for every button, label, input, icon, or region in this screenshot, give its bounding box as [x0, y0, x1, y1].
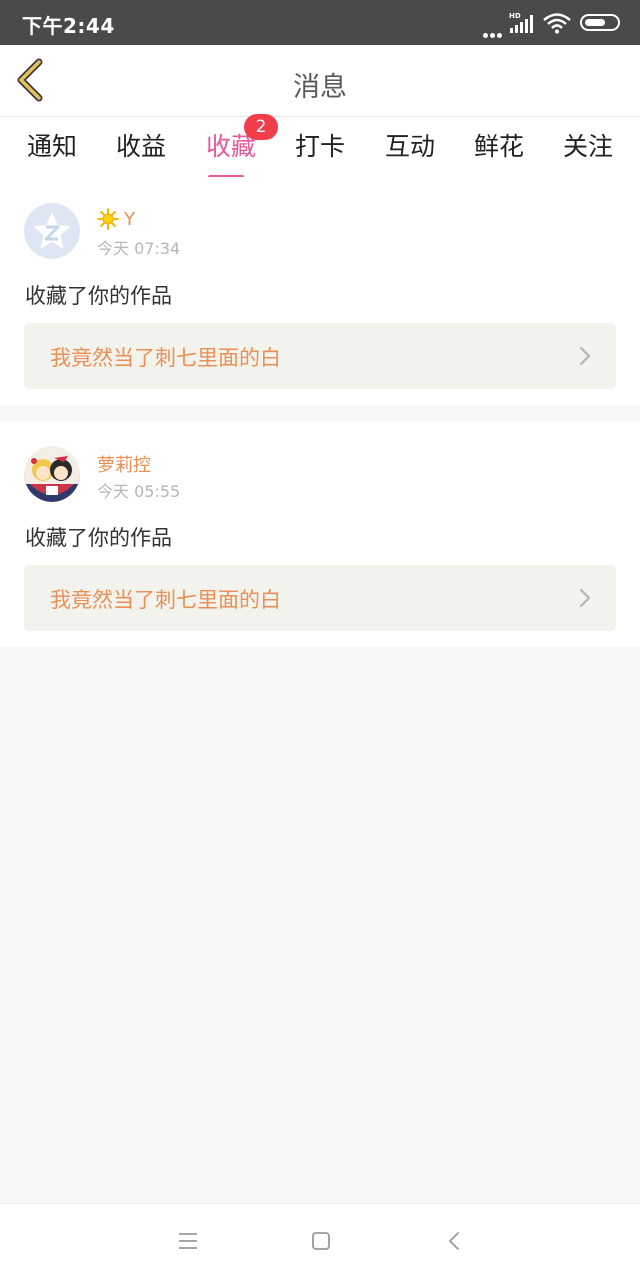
battery-icon — [580, 14, 620, 31]
tab-label: 关注 — [562, 132, 613, 161]
svg-text:HD: HD — [509, 12, 521, 20]
user-avatar-image — [24, 446, 80, 502]
username[interactable]: 萝莉控 — [97, 451, 151, 477]
page-title: 消息 — [293, 72, 347, 103]
timestamp: 今天 05:55 — [97, 482, 181, 501]
tab-notifications[interactable]: 通知 — [22, 127, 82, 163]
tab-label: 鲜花 — [473, 132, 524, 161]
work-link[interactable]: 我竟然当了刺七里面的白 — [24, 323, 616, 389]
hd-signal-icon: HD — [509, 12, 533, 33]
tab-follows[interactable]: 关注 — [558, 127, 618, 163]
more-dots-icon — [483, 23, 504, 42]
tab-flowers[interactable]: 鲜花 — [469, 127, 529, 163]
menu-icon[interactable] — [177, 1230, 199, 1252]
avatar[interactable] — [24, 203, 80, 259]
avatar[interactable] — [24, 446, 80, 502]
wifi-icon — [543, 13, 571, 34]
chevron-right-icon — [579, 346, 591, 366]
tab-checkin[interactable]: 打卡 — [290, 127, 350, 163]
status-time: 下午2:44 — [22, 14, 115, 38]
system-nav-bar — [0, 1203, 640, 1280]
status-bar: 下午2:44 HD — [0, 0, 640, 45]
chevron-right-icon — [579, 588, 591, 608]
work-title: 我竟然当了刺七里面的白 — [50, 346, 281, 370]
username[interactable]: Y — [124, 209, 135, 230]
tab-earnings[interactable]: 收益 — [111, 127, 171, 163]
default-avatar-icon — [24, 203, 80, 259]
tab-interactions[interactable]: 互动 — [380, 127, 440, 163]
back-triangle-icon[interactable] — [444, 1230, 466, 1252]
tab-favorites[interactable]: 收藏 2 — [201, 114, 278, 179]
unread-badge: 2 — [244, 114, 278, 140]
tab-label: 互动 — [384, 132, 435, 161]
title-bar: 消息 — [0, 45, 640, 117]
home-square-icon[interactable] — [310, 1230, 332, 1252]
work-link[interactable]: 我竟然当了刺七里面的白 — [24, 565, 616, 631]
work-title: 我竟然当了刺七里面的白 — [50, 588, 281, 612]
tab-label: 打卡 — [294, 132, 345, 161]
tab-label: 通知 — [26, 132, 77, 161]
action-text: 收藏了你的作品 — [25, 284, 172, 308]
tab-bar: 通知 收益 收藏 2 打卡 互动 鲜花 关注 — [0, 114, 640, 179]
message-card: 萝莉控 今天 05:55 收藏了你的作品 我竟然当了刺七里面的白 — [0, 421, 640, 647]
sun-icon — [97, 208, 119, 230]
tab-label: 收益 — [115, 132, 166, 161]
message-card: Y 今天 07:34 收藏了你的作品 我竟然当了刺七里面的白 — [0, 177, 640, 405]
timestamp: 今天 07:34 — [97, 239, 181, 258]
action-text: 收藏了你的作品 — [25, 526, 172, 550]
